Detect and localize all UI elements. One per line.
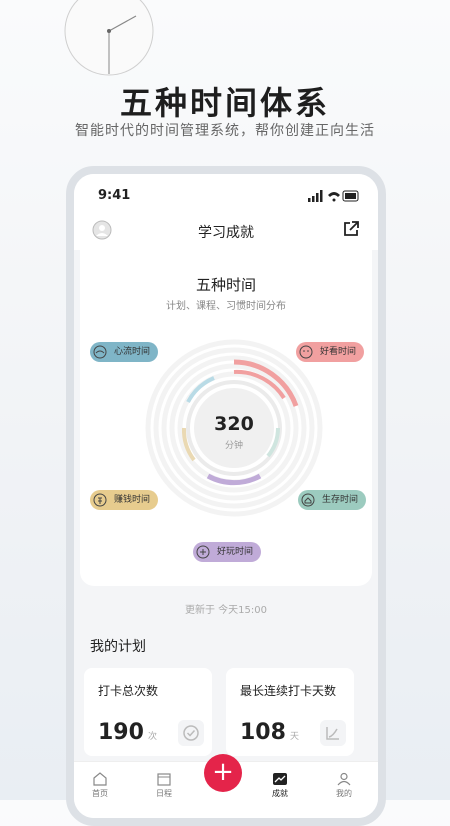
share-icon[interactable] [342,220,360,238]
total-minutes: 320 [214,413,254,435]
total-unit: 分钟 [224,441,243,451]
phone-frame: 9:41 学习成就 五种时间 计划、课程、习惯时间分布 320 分钟 心流时间 … [66,166,386,826]
updated-time: 更新于 今天15:00 [185,605,267,616]
tab-home[interactable]: 首页 [80,772,120,799]
home-icon [301,493,315,507]
bottom-tab-bar: 首页 日程 + 成就 我的 [74,754,378,818]
tab-mine[interactable]: 我的 [324,772,364,799]
stat-value: 108 天 [240,720,299,745]
tab-home-label: 首页 [92,789,108,798]
clock-illustration [64,0,154,76]
status-time: 9:41 [98,188,131,203]
status-icons [308,190,359,202]
summary-subtitle: 计划、课程、习惯时间分布 [166,301,286,312]
promo-subtitle: 智能时代的时间管理系统，帮你创建正向生活 [75,123,375,139]
tag-fun-time[interactable]: 好玩时间 [193,542,262,562]
tab-achievement-label: 成就 [272,789,288,798]
stat-value: 190 次 [98,720,157,745]
tab-achievement[interactable]: 成就 [260,772,300,799]
home-icon [93,772,107,786]
tag-flow-time[interactable]: 心流时间 [90,342,159,362]
tag-live-label: 生存时间 [322,495,359,505]
promo-title: 五种时间体系 [119,84,330,122]
chart-icon [273,773,287,785]
check-circle-icon [178,720,204,746]
tag-good-looking-time[interactable]: 好看时间 [296,342,365,362]
tab-schedule[interactable]: 日程 [144,772,184,799]
tag-earn-label: 赚钱时间 [114,495,151,505]
summary-title: 五种时间 [195,276,256,294]
status-bar: 9:41 [74,174,378,214]
tag-survival-time[interactable]: 生存时间 [298,490,367,510]
flow-icon [93,345,107,359]
tag-good-label: 好看时间 [320,347,357,357]
app-screen: 9:41 学习成就 五种时间 计划、课程、习惯时间分布 320 分钟 心流时间 … [74,174,378,818]
tag-flow-label: 心流时间 [114,347,151,357]
trend-chart-icon [320,720,346,746]
top-nav: 学习成就 [74,214,378,250]
calendar-icon [157,773,171,786]
tag-earn-time[interactable]: 赚钱时间 [90,490,159,510]
tab-mine-label: 我的 [336,789,352,798]
stat-card-total-checkins[interactable]: 打卡总次数 190 次 [84,668,212,756]
coin-icon [93,493,107,507]
tab-schedule-label: 日程 [156,789,172,798]
face-icon [299,345,313,359]
page-title: 学习成就 [198,225,254,241]
game-icon [196,545,210,559]
my-plan-heading: 我的计划 [90,639,146,655]
tag-fun-label: 好玩时间 [217,547,254,557]
stat-label: 最长连续打卡天数 [240,684,337,698]
user-icon [337,772,351,786]
stat-card-longest-streak[interactable]: 最长连续打卡天数 108 天 [226,668,354,756]
stat-label: 打卡总次数 [98,684,159,698]
time-summary-card: 五种时间 计划、课程、习惯时间分布 320 分钟 心流时间 好看时间 赚钱时间 … [80,250,372,586]
add-button[interactable]: + [204,754,242,792]
time-rings-chart: 320 分钟 [144,338,324,518]
